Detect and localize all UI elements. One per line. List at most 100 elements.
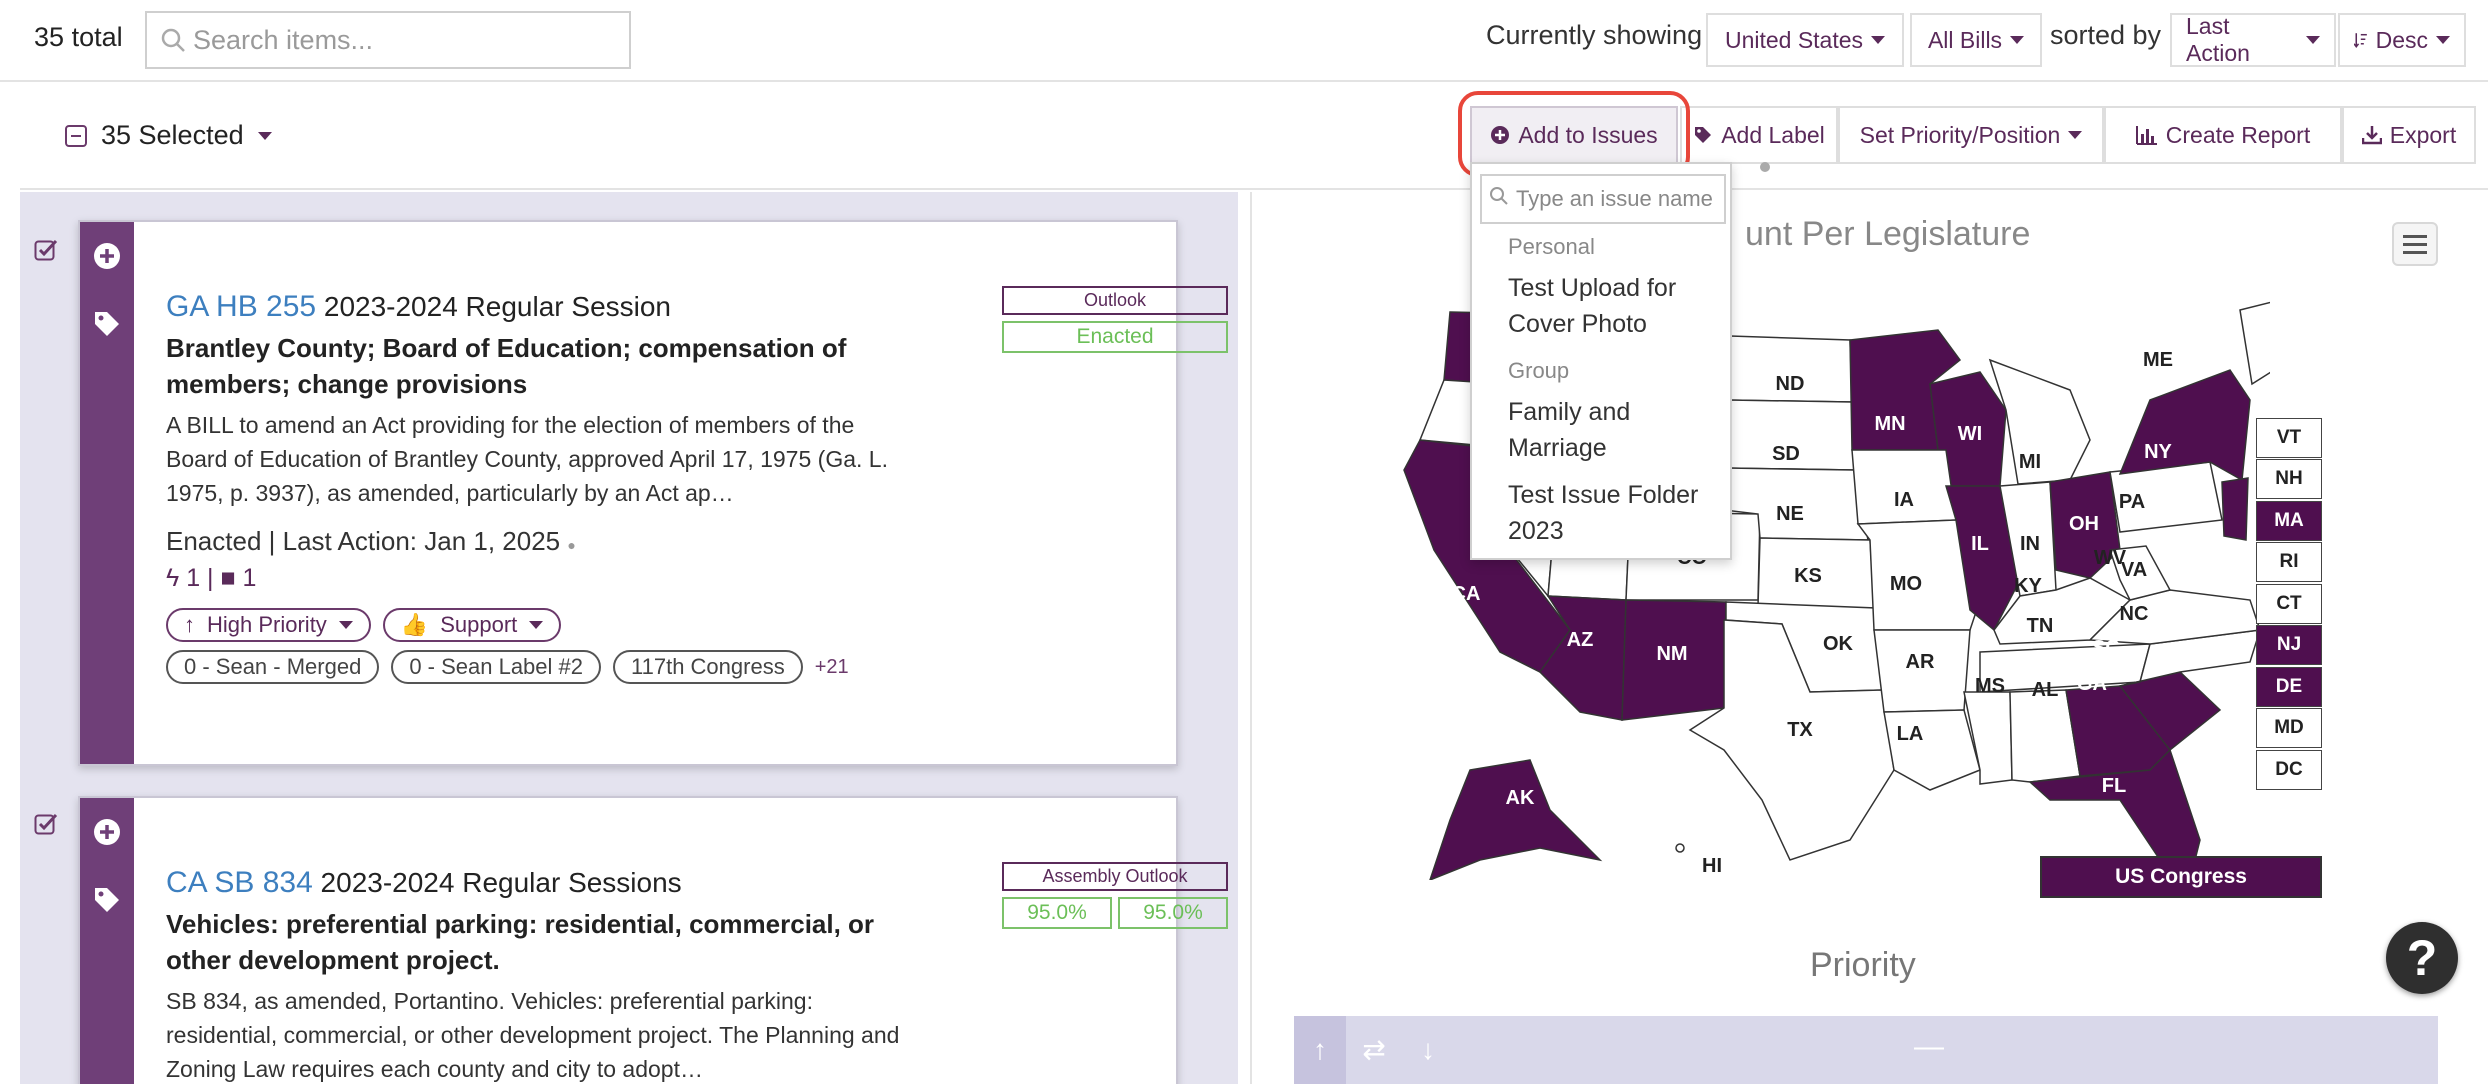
map-label: TX <box>1787 719 1813 741</box>
create-report-button[interactable]: Create Report <box>2104 106 2342 164</box>
currently-showing-label: Currently showing <box>1486 20 1703 50</box>
map-label: WV <box>2094 547 2127 569</box>
map-label: IN <box>2020 533 2040 555</box>
issue-search-input[interactable] <box>1516 186 1716 212</box>
bill-counts: ϟ 1 | ■ 1 <box>166 564 257 592</box>
map-state-ny <box>2118 369 2251 482</box>
total-count: 35 total <box>34 22 123 52</box>
map-state-hi <box>1675 843 1685 853</box>
card-action-strip <box>80 798 134 1084</box>
outlook-value: 95.0% <box>1118 897 1228 929</box>
small-state-box[interactable]: NJ <box>2256 625 2322 665</box>
issue-option[interactable]: Family and Marriage <box>1508 394 1728 466</box>
label-pill[interactable]: 0 - Sean - Merged <box>166 650 380 684</box>
bill-title[interactable]: Vehicles: preferential parking: resident… <box>166 906 906 978</box>
issue-option[interactable]: Test Issue Folder 2023 <box>1508 477 1728 549</box>
map-label: AZ <box>1567 629 1594 651</box>
tag-icon[interactable] <box>93 886 121 914</box>
position-dropdown[interactable]: 👍 Support <box>382 608 562 642</box>
export-button[interactable]: Export <box>2342 106 2476 164</box>
bill-status: Enacted | Last Action: Jan 1, 2025 ● <box>166 526 576 556</box>
map-label: NM <box>1656 643 1687 665</box>
issue-option[interactable]: Test Upload for Cover Photo <box>1508 270 1728 342</box>
sort-order-dropdown[interactable]: Desc <box>2338 13 2466 67</box>
map-label: AL <box>2032 679 2059 701</box>
arrow-down-icon[interactable]: ↓ <box>1402 1016 1454 1084</box>
map-label: TN <box>2027 615 2054 637</box>
more-labels-link[interactable]: +21 <box>815 656 849 679</box>
chevron-down-icon <box>2068 131 2083 139</box>
map-label: SC <box>2092 637 2120 659</box>
label-pill[interactable]: 0 - Sean Label #2 <box>391 650 602 684</box>
note-icon: ■ <box>220 564 236 592</box>
bill-card[interactable]: GA HB 255 2023-2024 Regular Session Bran… <box>78 220 1228 766</box>
selection-toggle[interactable]: 35 Selected <box>65 120 272 151</box>
add-label-button[interactable]: Add Label <box>1680 106 1838 164</box>
bill-filter-dropdown[interactable]: All Bills <box>1910 13 2042 67</box>
map-state-nj <box>2221 477 2249 541</box>
chevron-down-icon <box>529 621 544 629</box>
checkbox-checked-icon[interactable] <box>34 238 58 269</box>
bolt-icon: ϟ <box>166 564 180 592</box>
chart-menu-icon[interactable] <box>2392 222 2438 266</box>
outlook-label: Assembly Outlook <box>1002 862 1228 891</box>
priority-empty-dash: — <box>1914 1030 1944 1063</box>
chevron-down-icon <box>2306 36 2320 44</box>
label-pill[interactable]: 117th Congress <box>613 650 803 684</box>
map-label: AR <box>1906 651 1935 673</box>
issue-search-box[interactable] <box>1480 174 1726 224</box>
tag-icon <box>1695 127 1712 143</box>
small-state-box[interactable]: MA <box>2256 500 2322 541</box>
small-state-box[interactable]: CT <box>2256 583 2322 624</box>
info-icon: ● <box>567 537 576 553</box>
map-label: IL <box>1971 533 1989 555</box>
map-label: SD <box>1772 443 1800 465</box>
map-label: OK <box>1823 633 1854 655</box>
search-icon <box>153 27 193 53</box>
map-label: MN <box>1874 413 1905 435</box>
dropdown-scrollbar[interactable] <box>1760 162 1770 172</box>
map-state-ia <box>1851 449 1957 525</box>
sorted-by-label: sorted by <box>2050 20 2162 50</box>
thumbs-up-icon: 👍 <box>400 612 429 637</box>
small-state-box[interactable]: RI <box>2256 542 2322 582</box>
set-priority-position-button[interactable]: Set Priority/Position <box>1838 106 2104 164</box>
bill-list[interactable]: GA HB 255 2023-2024 Regular Session Bran… <box>20 192 1238 1084</box>
map-label: ME <box>2143 349 2173 371</box>
map-label: FL <box>2102 775 2126 797</box>
deselect-checkbox-icon[interactable] <box>65 124 87 147</box>
sort-field-dropdown[interactable]: Last Action <box>2170 13 2336 67</box>
small-state-box[interactable]: DE <box>2256 666 2322 707</box>
tag-icon[interactable] <box>93 310 121 338</box>
priority-dropdown[interactable]: ↑ High Priority <box>166 608 371 642</box>
small-state-box[interactable]: MD <box>2256 708 2322 748</box>
map-label: WI <box>1958 423 1982 445</box>
checkbox-checked-icon[interactable] <box>34 812 58 843</box>
search-input[interactable] <box>193 24 613 56</box>
chevron-down-icon <box>257 131 272 140</box>
small-state-box[interactable]: NH <box>2256 459 2322 499</box>
swap-icon[interactable]: ⇄ <box>1348 1016 1400 1084</box>
add-to-issues-dropdown: Personal Test Upload for Cover Photo Gro… <box>1470 162 1732 560</box>
plus-circle-icon[interactable] <box>93 242 121 270</box>
chevron-down-icon <box>1871 36 1886 44</box>
small-state-box[interactable]: VT <box>2256 417 2322 458</box>
region-dropdown[interactable]: United States <box>1706 13 1904 67</box>
bill-card[interactable]: CA SB 834 2023-2024 Regular Sessions Veh… <box>78 796 1228 1084</box>
arrow-up-icon[interactable]: ↑ <box>1294 1016 1346 1084</box>
bill-id-link[interactable]: GA HB 255 <box>166 290 316 323</box>
small-state-box[interactable]: DC <box>2256 749 2322 790</box>
bill-heading: GA HB 255 2023-2024 Regular Session <box>166 290 672 323</box>
plus-circle-icon[interactable] <box>93 818 121 846</box>
chevron-down-icon <box>2010 36 2025 44</box>
bill-title[interactable]: Brantley County; Board of Education; com… <box>166 330 906 402</box>
outlook-value: Enacted <box>1002 321 1228 353</box>
map-label: MS <box>1975 675 2005 697</box>
search-icon <box>1482 186 1516 212</box>
map-label: KY <box>2014 575 2042 597</box>
search-box[interactable] <box>145 11 631 69</box>
map-state-ak <box>1429 759 1603 880</box>
help-button[interactable]: ? <box>2386 922 2458 994</box>
bill-id-link[interactable]: CA SB 834 <box>166 866 313 899</box>
us-congress-box[interactable]: US Congress <box>2040 856 2322 898</box>
